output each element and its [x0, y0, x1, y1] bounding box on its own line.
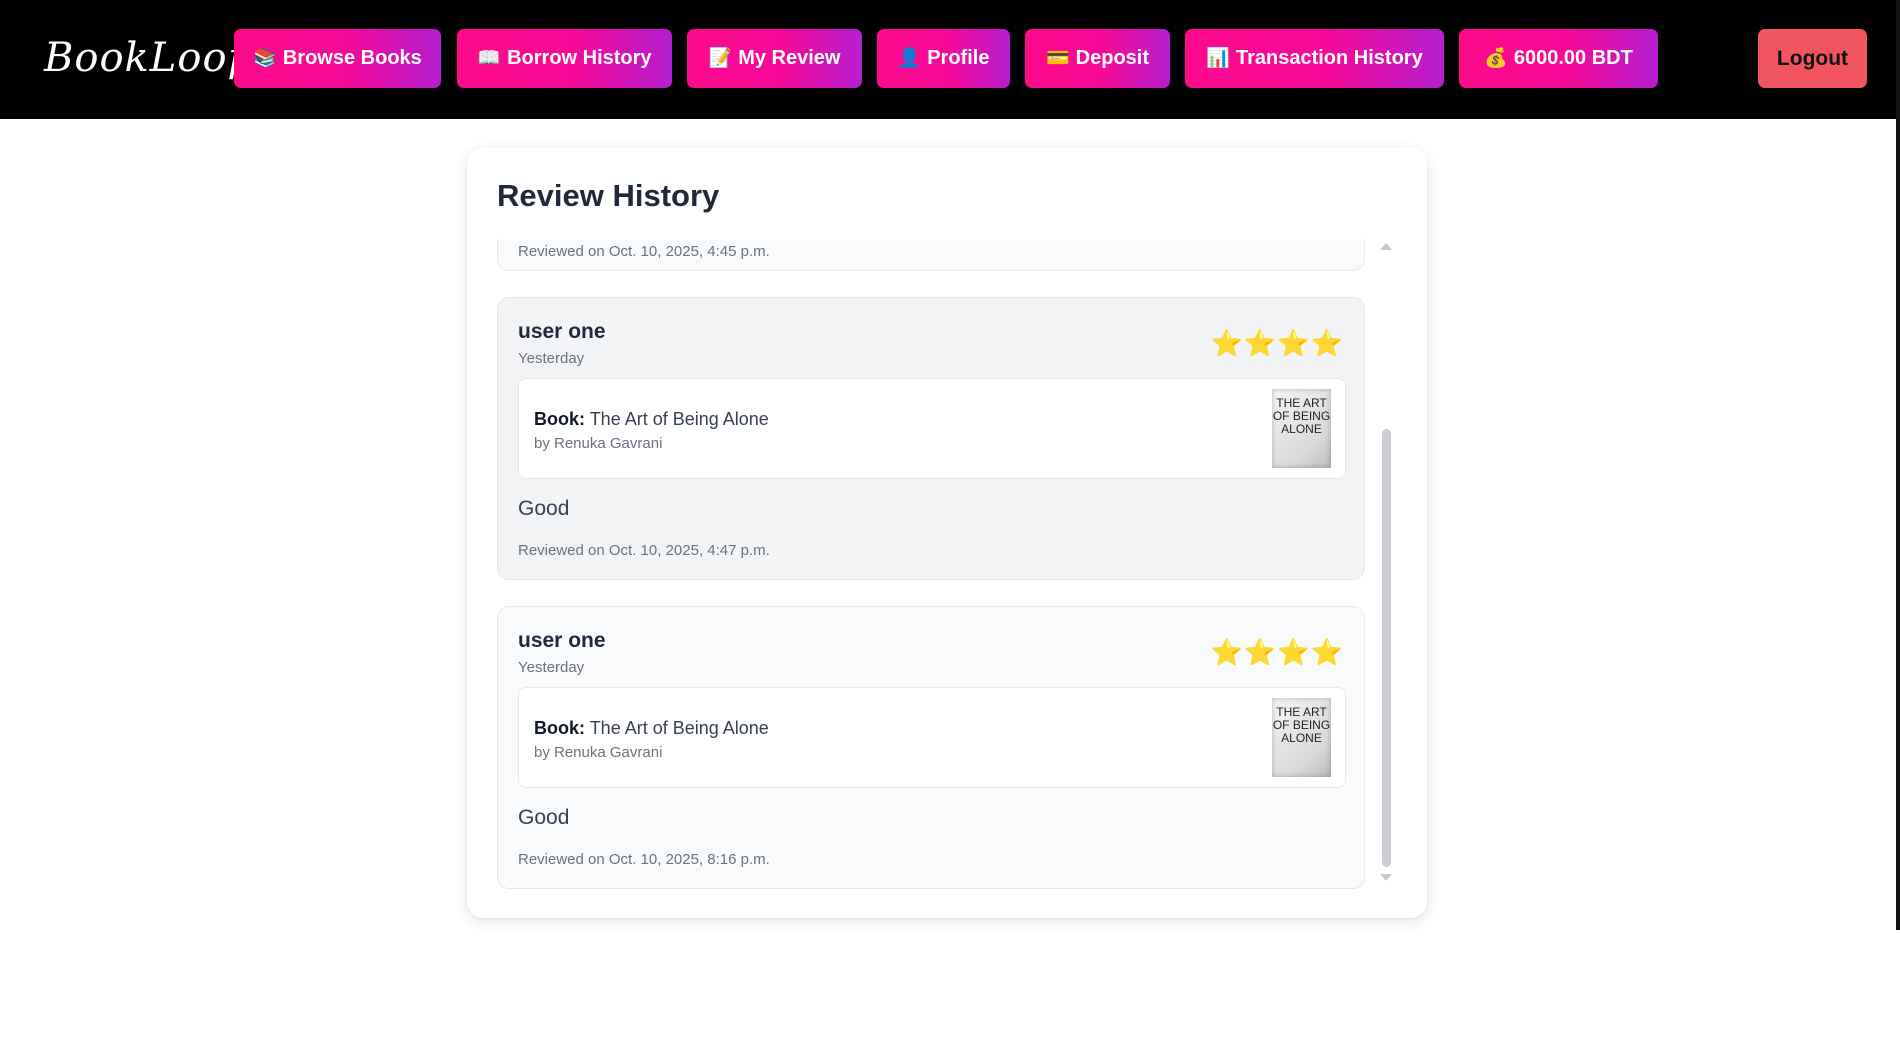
review-username: user one — [518, 629, 606, 652]
nav-label: My Review — [738, 47, 841, 69]
money-bag-icon: 💰 — [1484, 48, 1508, 69]
review-timestamp: Reviewed on Oct. 10, 2025, 4:45 p.m. — [518, 243, 770, 260]
user-icon: 👤 — [897, 48, 922, 69]
review-username: user one — [518, 320, 606, 343]
top-navbar: BookLoop 📚 Browse Books 📖 Borrow History 📝… — [0, 0, 1896, 119]
nav-label: Profile — [927, 47, 990, 69]
book-cover-image[interactable]: THE ART OF BEING ALONE — [1272, 389, 1331, 468]
nav-label: Transaction History — [1235, 47, 1423, 69]
scrollbar-thumb[interactable] — [1382, 429, 1391, 867]
nav-deposit-button[interactable]: 💳 Deposit — [1025, 29, 1170, 88]
book-label: Book: — [534, 718, 585, 738]
open-book-icon: 📖 — [477, 48, 502, 69]
book-label: Book: — [534, 409, 585, 429]
book-author: by Renuka Gavrani — [534, 435, 663, 452]
review-relative-date: Yesterday — [518, 659, 585, 676]
review-list[interactable]: Reviewed on Oct. 10, 2025, 4:45 p.m. use… — [497, 239, 1377, 1038]
review-text: Good — [518, 806, 570, 829]
nav-profile-button[interactable]: 👤 Profile — [877, 29, 1010, 88]
review-card-partial: Reviewed on Oct. 10, 2025, 4:45 p.m. — [497, 239, 1365, 271]
nav-borrow-history-button[interactable]: 📖 Borrow History — [457, 29, 672, 88]
page-title: Review History — [497, 178, 720, 213]
book-title: The Art of Being Alone — [589, 718, 769, 738]
scroll-down-arrow-icon[interactable] — [1380, 874, 1392, 881]
nav-balance-button[interactable]: 💰 6000.00 BDT — [1459, 29, 1658, 88]
star-rating: ⭐⭐⭐⭐ — [1210, 328, 1344, 358]
books-icon: 📚 — [253, 48, 277, 69]
memo-icon: 📝 — [708, 48, 733, 69]
book-author: by Renuka Gavrani — [534, 744, 663, 761]
nav-transaction-history-button[interactable]: 📊 Transaction History — [1185, 29, 1444, 88]
bookloop-logo[interactable]: BookLoop — [44, 28, 253, 88]
book-info[interactable]: Book: The Art of Being Alone by Renuka G… — [518, 687, 1346, 788]
logout-button[interactable]: Logout — [1758, 29, 1867, 88]
star-rating: ⭐⭐⭐⭐ — [1210, 637, 1344, 667]
nav-browse-books-button[interactable]: 📚 Browse Books — [234, 29, 441, 88]
book-cover-image[interactable]: THE ART OF BEING ALONE — [1272, 698, 1331, 777]
book-info[interactable]: Book: The Art of Being Alone by Renuka G… — [518, 378, 1346, 479]
nav-label: Borrow History — [507, 47, 652, 69]
nav-my-review-button[interactable]: 📝 My Review — [687, 29, 862, 88]
nav-label: 6000.00 BDT — [1513, 47, 1633, 69]
review-timestamp: Reviewed on Oct. 10, 2025, 8:16 p.m. — [518, 851, 770, 868]
book-title: The Art of Being Alone — [589, 409, 769, 429]
credit-card-icon: 💳 — [1045, 48, 1070, 69]
review-history-card: Review History Reviewed on Oct. 10, 2025… — [467, 148, 1427, 918]
nav-label: Browse Books — [282, 47, 422, 69]
scroll-up-arrow-icon[interactable] — [1380, 243, 1392, 250]
review-timestamp: Reviewed on Oct. 10, 2025, 4:47 p.m. — [518, 542, 770, 559]
review-relative-date: Yesterday — [518, 350, 585, 367]
nav-label: Deposit — [1075, 47, 1149, 69]
window-edge — [1896, 0, 1900, 930]
review-card[interactable]: user one Yesterday ⭐⭐⭐⭐ Book: The Art of… — [497, 297, 1365, 580]
book-title-line: Book: The Art of Being Alone — [534, 718, 769, 739]
review-card[interactable]: user one Yesterday ⭐⭐⭐⭐ Book: The Art of… — [497, 606, 1365, 889]
book-title-line: Book: The Art of Being Alone — [534, 409, 769, 430]
review-text: Good — [518, 497, 570, 520]
bar-chart-icon: 📊 — [1206, 48, 1230, 69]
